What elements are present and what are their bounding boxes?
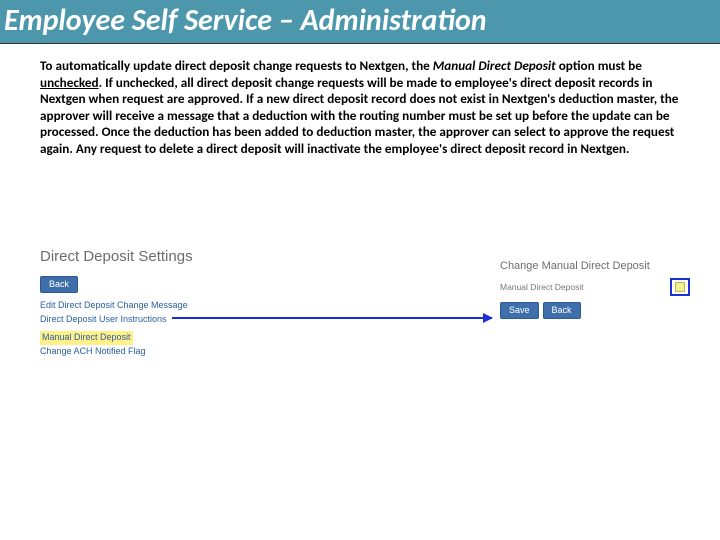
- manual-dd-checkbox-highlight: [670, 278, 690, 296]
- back-button[interactable]: Back: [40, 276, 78, 293]
- settings-links: Edit Direct Deposit Change Message Direc…: [40, 299, 370, 359]
- body-text-3: . If unchecked, all direct deposit chang…: [40, 74, 678, 157]
- body-paragraph: To automatically update direct deposit c…: [0, 44, 720, 157]
- unchecked-term: unchecked: [40, 74, 99, 91]
- body-text-2: option must be: [556, 57, 642, 74]
- slide: Employee Self Service – Administration T…: [0, 0, 720, 540]
- link-user-instructions[interactable]: Direct Deposit User Instructions: [40, 313, 370, 327]
- manual-dd-label: Manual Direct Deposit: [500, 282, 584, 292]
- manual-dd-field-row: Manual Direct Deposit: [500, 278, 690, 296]
- link-change-ach-flag[interactable]: Change ACH Notified Flag: [40, 345, 370, 359]
- change-panel-buttons: Save Back: [500, 302, 690, 319]
- change-manual-dd-panel: Change Manual Direct Deposit Manual Dire…: [500, 260, 690, 319]
- settings-panel-title: Direct Deposit Settings: [40, 248, 370, 265]
- manual-direct-deposit-term: Manual Direct Deposit: [433, 57, 556, 74]
- direct-deposit-settings-panel: Direct Deposit Settings Back Edit Direct…: [40, 248, 370, 359]
- screenshot-region: Direct Deposit Settings Back Edit Direct…: [40, 248, 680, 520]
- page-title: Employee Self Service – Administration: [0, 0, 720, 44]
- manual-dd-checkbox[interactable]: [675, 282, 685, 292]
- change-panel-title: Change Manual Direct Deposit: [500, 260, 690, 272]
- body-text-1: To automatically update direct deposit c…: [40, 57, 433, 74]
- link-manual-direct-deposit[interactable]: Manual Direct Deposit: [40, 331, 133, 345]
- save-button[interactable]: Save: [500, 302, 539, 319]
- back-button-right[interactable]: Back: [543, 302, 581, 319]
- link-edit-message[interactable]: Edit Direct Deposit Change Message: [40, 299, 370, 313]
- arrow-icon: [172, 317, 492, 319]
